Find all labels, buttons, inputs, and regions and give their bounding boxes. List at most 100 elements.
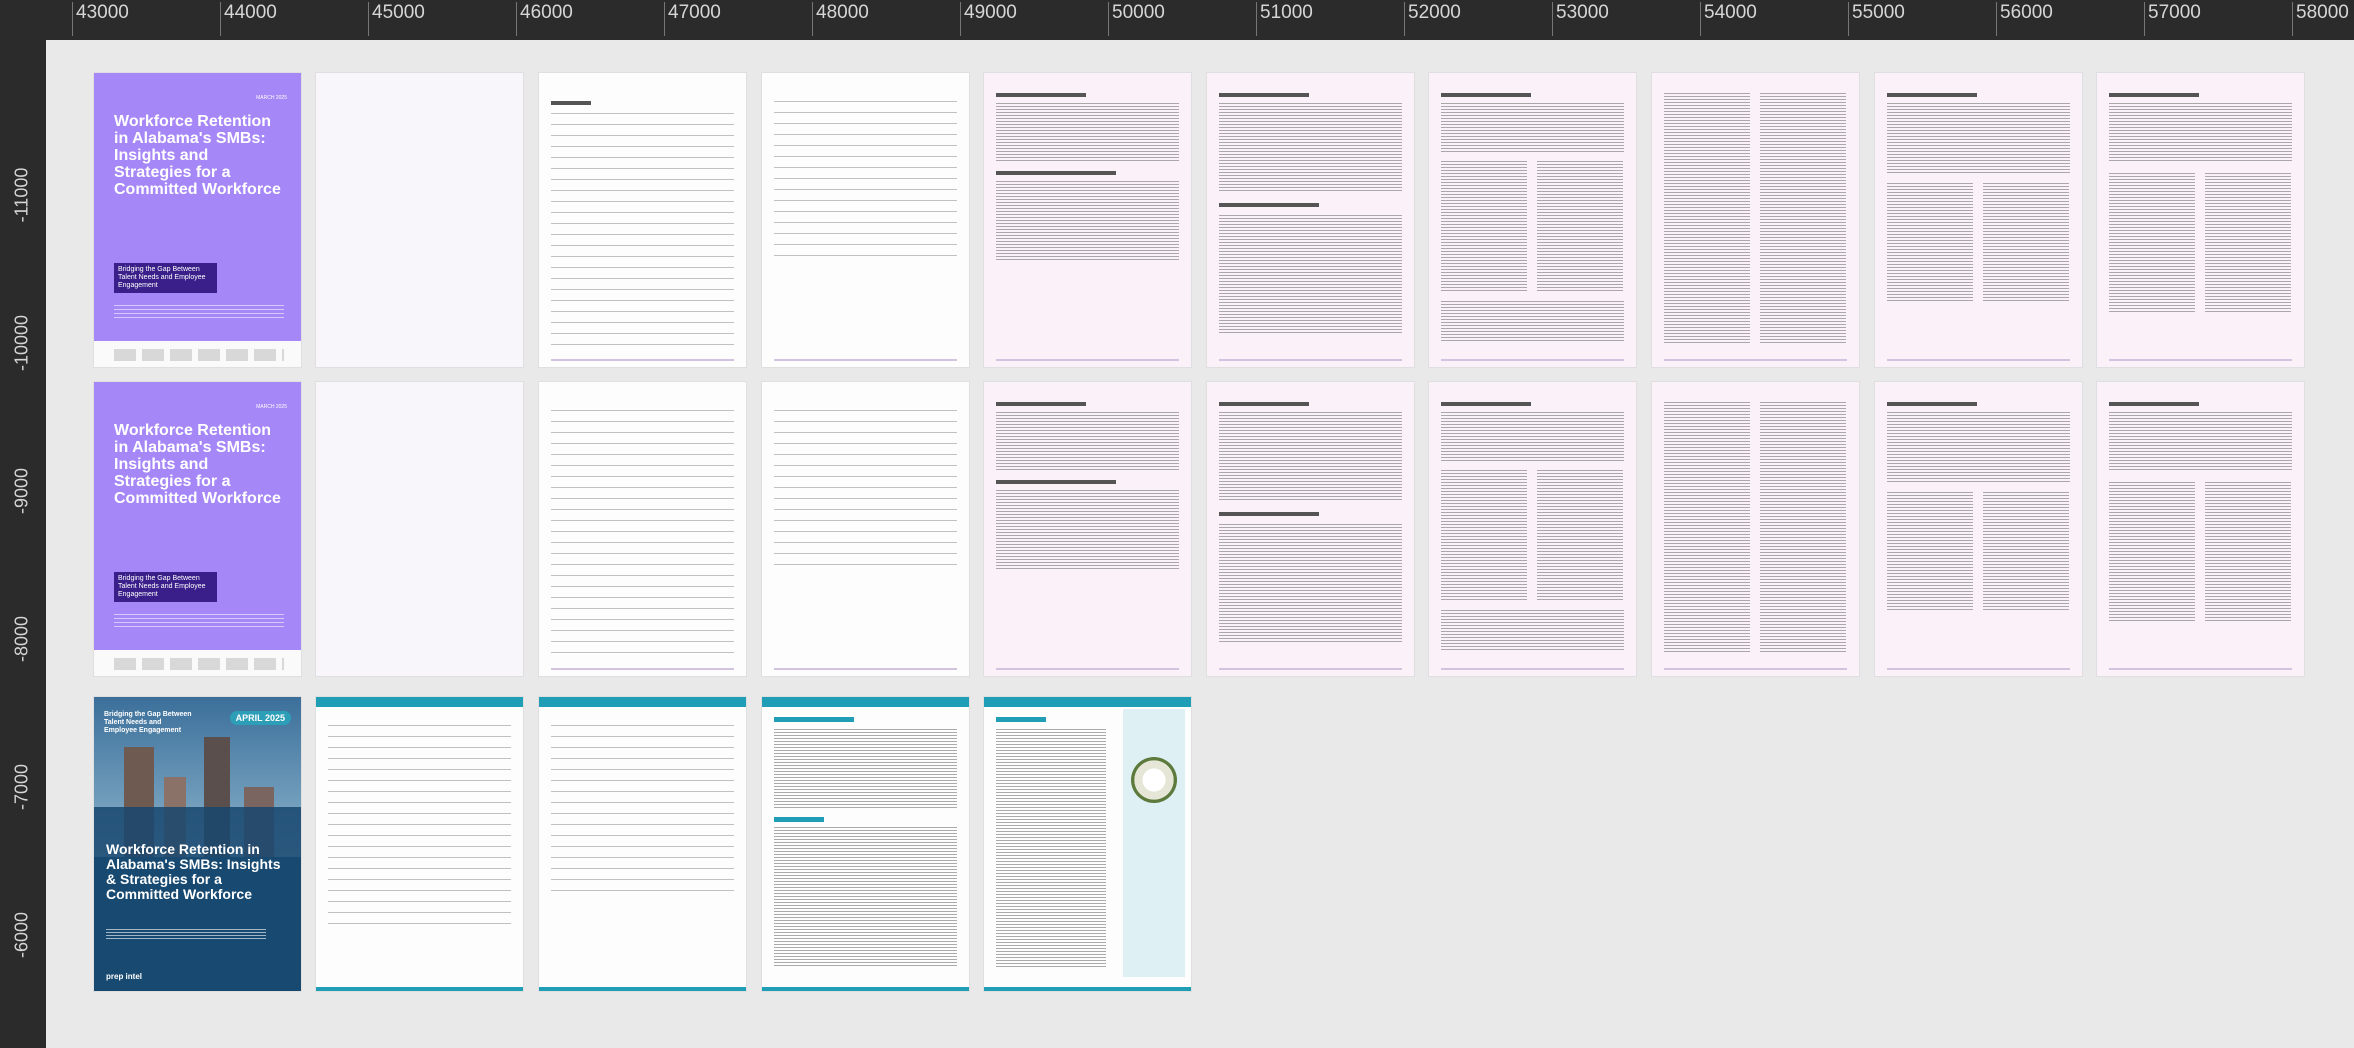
page-heading: [996, 171, 1116, 175]
page-thumbnail-text[interactable]: [2097, 382, 2304, 676]
page-thumbnail-text[interactable]: [1652, 73, 1859, 367]
cover-logos: prep intel: [106, 972, 143, 981]
page-heading: [2109, 93, 2199, 97]
ruler-label: 56000: [1996, 2, 2053, 36]
page-thumbnail-text[interactable]: [1875, 73, 2082, 367]
page-thumbnail-toc[interactable]: [539, 73, 746, 367]
page-footer: [762, 987, 969, 991]
toc-lines: [551, 113, 734, 348]
column-right: [1537, 470, 1623, 600]
ruler-label: 46000: [516, 2, 573, 36]
page-thumbnail-blank[interactable]: [316, 382, 523, 676]
page-thumbnail-toc[interactable]: [762, 73, 969, 367]
page-footer: [551, 668, 734, 670]
section-title: [996, 717, 1046, 722]
column-right: [1983, 492, 2069, 612]
page-heading: [1219, 93, 1309, 97]
column-left: [1664, 402, 1750, 652]
column-right: [2205, 482, 2291, 622]
column-right: [1983, 183, 2069, 303]
page-thumbnail-text[interactable]: [1429, 73, 1636, 367]
page-heading: [996, 402, 1086, 406]
header-bar: [539, 697, 746, 707]
column-left: [1441, 470, 1527, 600]
page-footer: [1219, 668, 1402, 670]
column-left: [1441, 161, 1527, 291]
page-thumbnail-text[interactable]: [1429, 382, 1636, 676]
ruler-label: 50000: [1108, 2, 1165, 36]
page-thumbnail-teal-cover[interactable]: Bridging the Gap Between Talent Needs an…: [94, 697, 301, 991]
ruler-label: 57000: [2144, 2, 2201, 36]
paragraph: [1219, 215, 1402, 335]
paragraph: [996, 181, 1179, 261]
ruler-label: -8000: [11, 615, 32, 663]
ruler-label: 51000: [1256, 2, 1313, 36]
page-footer: [551, 359, 734, 361]
toc-lines: [774, 410, 957, 570]
ruler-label: 49000: [960, 2, 1017, 36]
page-thumbnail-text[interactable]: [984, 382, 1191, 676]
column-right: [1760, 402, 1846, 652]
cover-body-text: [106, 929, 266, 941]
ruler-label: -11000: [11, 167, 32, 223]
paragraph: [2109, 103, 2292, 163]
page-heading: [1887, 402, 1977, 406]
cover-title: Workforce Retention in Alabama's SMBs: I…: [114, 422, 281, 507]
page-thumbnail-summary[interactable]: [762, 697, 969, 991]
page-thumbnail-text[interactable]: [984, 73, 1191, 367]
column-left: [1664, 93, 1750, 343]
ruler-label: 58000: [2292, 2, 2349, 36]
ruler-label: 54000: [1700, 2, 1757, 36]
page-thumbnail-text[interactable]: [2097, 73, 2304, 367]
page-thumbnail-toc[interactable]: [539, 382, 746, 676]
design-canvas[interactable]: MARCH 2025 Workforce Retention in Alabam…: [46, 40, 2354, 1048]
page-heading: [1441, 93, 1531, 97]
page-thumbnail-state[interactable]: [984, 697, 1191, 991]
horizontal-ruler[interactable]: 43000 44000 45000 46000 47000 48000 4900…: [0, 0, 2354, 40]
page-thumbnail-text[interactable]: [1207, 73, 1414, 367]
paragraph: [2109, 412, 2292, 472]
page-thumbnail-cover[interactable]: MARCH 2025 Workforce Retention in Alabam…: [94, 382, 301, 676]
ruler-label: -10000: [11, 314, 32, 372]
section-title: [774, 717, 854, 722]
page-thumbnail-text[interactable]: [1207, 382, 1414, 676]
page-thumbnail-toc[interactable]: [762, 382, 969, 676]
paragraph: [996, 412, 1179, 472]
paragraph: [1441, 412, 1624, 462]
page-footer: [2109, 668, 2292, 670]
cover-date: MARCH 2025: [256, 95, 287, 101]
cover-date: MARCH 2025: [256, 404, 287, 410]
column-left: [1887, 183, 1973, 303]
cover-tagline: Bridging the Gap Between Talent Needs an…: [114, 572, 217, 602]
vertical-ruler[interactable]: -11000 -10000 -9000 -8000 -7000 -6000: [0, 40, 46, 1048]
page-thumbnail-text[interactable]: [1652, 382, 1859, 676]
page-footer: [1441, 668, 1624, 670]
page-thumbnail-cover[interactable]: MARCH 2025 Workforce Retention in Alabam…: [94, 73, 301, 367]
header-bar: [762, 697, 969, 707]
page-thumbnail-text[interactable]: [1875, 382, 2082, 676]
toc-lines: [551, 725, 734, 895]
page-footer: [539, 987, 746, 991]
info-sidebar: [1123, 709, 1185, 977]
paragraph: [1219, 103, 1402, 193]
toc-lines: [774, 101, 957, 261]
column-text: [996, 729, 1106, 969]
page-thumbnail-toc[interactable]: [539, 697, 746, 991]
column-right: [1760, 93, 1846, 343]
paragraph: [1441, 103, 1624, 153]
ruler-label: -9000: [11, 467, 32, 515]
page-footer: [1887, 668, 2070, 670]
ruler-label: -6000: [11, 911, 32, 959]
page-footer: [996, 668, 1179, 670]
paragraph: [774, 827, 957, 967]
paragraph: [1887, 103, 2070, 173]
ruler-label: 44000: [220, 2, 277, 36]
section-title: [774, 817, 824, 822]
toc-lines: [328, 725, 511, 925]
page-footer: [1664, 668, 1847, 670]
page-thumbnail-blank[interactable]: [316, 73, 523, 367]
cover-tagline: Bridging the Gap Between Talent Needs an…: [114, 263, 217, 293]
ruler-label: 52000: [1404, 2, 1461, 36]
page-thumbnail-toc[interactable]: [316, 697, 523, 991]
header-bar: [984, 697, 1191, 707]
